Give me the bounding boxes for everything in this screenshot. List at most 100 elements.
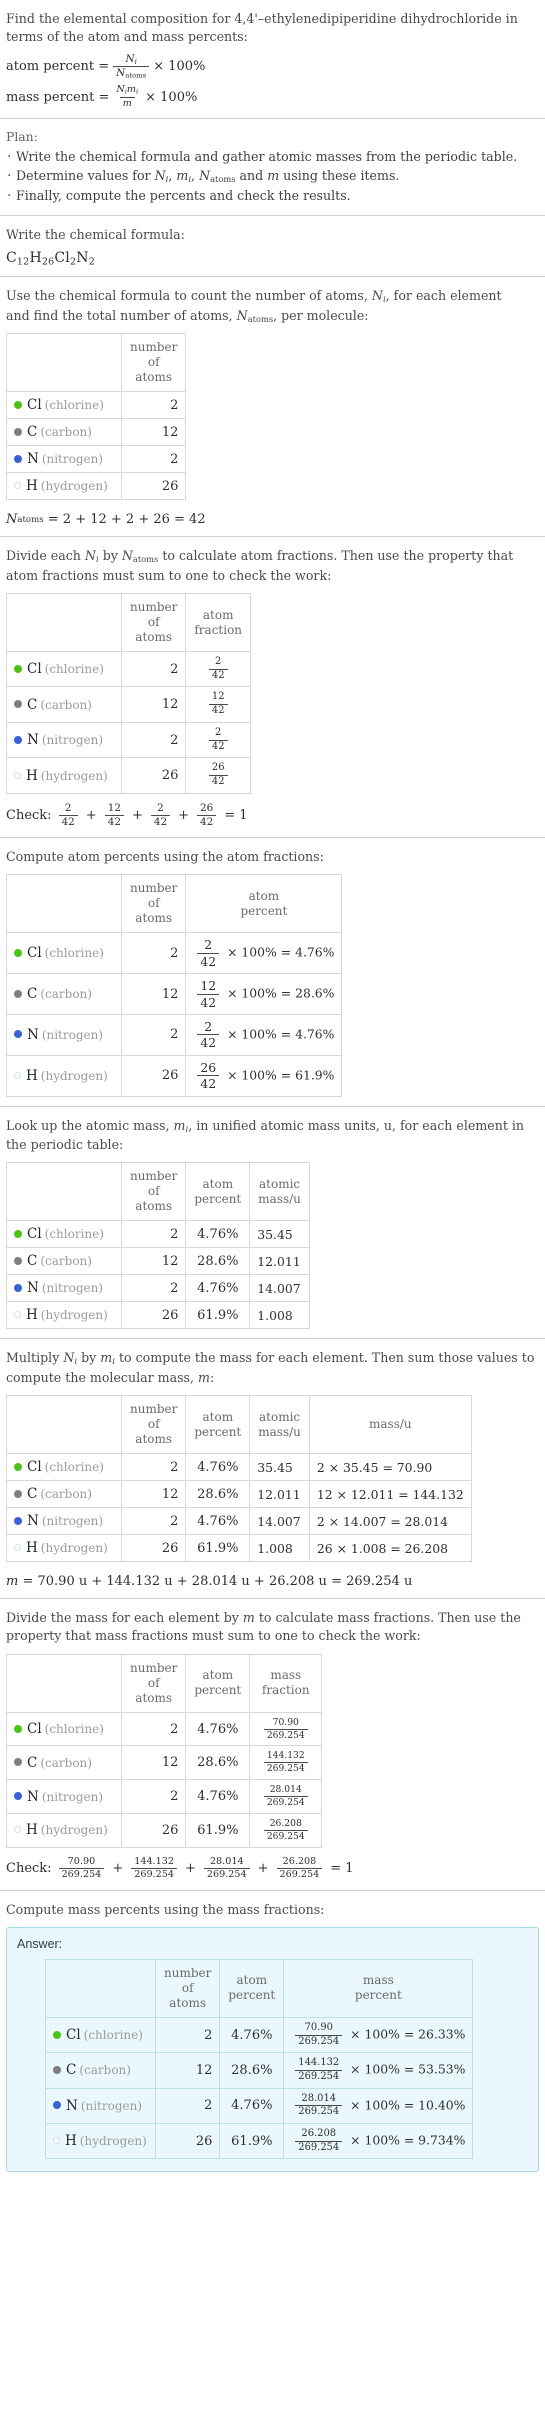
table-row: C (carbon) 12 28.6% 12.011 xyxy=(6,1247,310,1276)
mass-percent-prompt: Compute mass percents using the mass fra… xyxy=(6,1901,325,1917)
fraction: 12 42 xyxy=(104,802,124,828)
table-row: H (hydrogen) 26 26 42 × 100% = 61.9% xyxy=(6,1054,343,1097)
fraction-denominator: 269.254 xyxy=(295,2069,343,2083)
fraction-denominator: 42 xyxy=(150,814,171,828)
mass-percent-fraction: Nimi m xyxy=(113,84,141,109)
atom-percent-cell: 4.76% xyxy=(219,2016,285,2054)
atomic-mass-cell: 12.011 xyxy=(249,1480,310,1509)
table-row: C (carbon) 12 28.6% 144.132 269.254 × 100% = … xyxy=(45,2052,474,2089)
table-header-row: number of atoms xyxy=(6,333,187,393)
question-section: Find the elemental composition for 4,4'–… xyxy=(0,0,545,120)
header-mass-fraction: mass fraction xyxy=(249,1653,323,1713)
table-row: C (carbon) 12 xyxy=(6,418,187,447)
atom-fraction-section: Divide each Ni by Natoms to calculate at… xyxy=(0,537,545,839)
atom-percent-cell: 4.76% xyxy=(185,1274,251,1303)
element-cell: Cl (chlorine) xyxy=(6,391,122,420)
element-name: (hydrogen) xyxy=(40,1823,108,1838)
fraction-numerator: 26.208 xyxy=(282,1855,317,1867)
atomic-mass-cell: 35.45 xyxy=(249,1220,310,1249)
table-header-row: number of atoms atom percent atomic mass/u xyxy=(6,1162,310,1222)
fraction-denominator: 42 xyxy=(197,1075,220,1091)
element-symbol: H xyxy=(26,1067,38,1084)
table-row: Cl (chlorine) 2 2 42 xyxy=(6,651,252,688)
check-result: = 1 xyxy=(330,1861,354,1877)
fraction-denominator: 269.254 xyxy=(276,1868,323,1880)
atom-percent-fraction: Ni Natoms xyxy=(113,53,150,81)
header-number-of-atoms: number of atoms xyxy=(120,1653,187,1713)
table-header-row: number of atoms atom percent mass fraction xyxy=(6,1653,323,1713)
mass-expression-cell: 2 × 35.45 = 70.90 xyxy=(308,1453,472,1482)
mass-percent-section: Compute mass percents using the mass fra… xyxy=(0,1891,545,2182)
check-label: Check: xyxy=(6,1861,52,1877)
mass-expression-cell: 26 × 1.008 = 26.208 xyxy=(308,1534,472,1563)
atom-count-body: Cl (chlorine) 2 C (carbon) 12 N (nitrogen) 2 H (hy… xyxy=(6,391,187,501)
header-atom-percent: atom percent xyxy=(185,1162,251,1222)
atom-count-section: Use the chemical formula to count the nu… xyxy=(0,277,545,538)
atom-percent-cell: 4.76% xyxy=(219,2087,285,2125)
atomic-mass-prompt-2: the periodic table: xyxy=(6,1137,124,1153)
fraction-numerator: 2 xyxy=(204,1018,213,1034)
element-name: (hydrogen) xyxy=(40,1541,108,1556)
fraction: 12 42 xyxy=(208,692,228,716)
fraction-denominator: 269.254 xyxy=(203,1868,250,1880)
plan-title: Plan: xyxy=(6,129,38,145)
table-row: H (hydrogen) 26 xyxy=(6,472,187,501)
element-symbol: C xyxy=(66,2062,77,2079)
fraction: 144.132 269.254 xyxy=(295,2057,343,2083)
atom-percent-body: Cl (chlorine) 2 2 42 × 100% = 4.76% C (carbon)… xyxy=(6,932,343,1097)
element-color-dot-icon xyxy=(53,2137,60,2145)
header-mass: mass/u xyxy=(308,1395,472,1455)
element-name: (carbon) xyxy=(40,1755,92,1770)
table-row: H (hydrogen) 26 26 42 xyxy=(6,757,252,794)
header-element xyxy=(6,874,122,934)
element-name: (nitrogen) xyxy=(41,1027,104,1042)
header-number-of-atoms: number of atoms xyxy=(120,333,187,393)
atom-percent-cell: 4.76% xyxy=(185,1220,251,1249)
element-mass-body: Cl (chlorine) 2 4.76% 35.45 2 × 35.45 = 70.90… xyxy=(6,1453,472,1563)
table-row: N (nitrogen) 2 4.76% 14.007 2 × 14.007 = 28.0… xyxy=(6,1507,472,1536)
table-row: Cl (chlorine) 2 4.76% 35.45 2 × 35.45 = 70.90 xyxy=(6,1453,472,1482)
atom-fraction-cell: 26 42 xyxy=(185,757,252,794)
mass-percent-numerator: Nimi xyxy=(116,84,139,96)
number-of-atoms-cell: 12 xyxy=(120,973,187,1015)
element-symbol: C xyxy=(27,986,38,1003)
element-color-dot-icon xyxy=(14,1724,22,1733)
mass-fraction-check-expression: 70.90 269.254 +144.132 269.254 +28.014 269.25… xyxy=(55,1855,358,1881)
table-row: Cl (chlorine) 2 4.76% 35.45 xyxy=(6,1220,310,1249)
formula-part-h: H26 xyxy=(29,250,55,268)
number-of-atoms-cell: 12 xyxy=(120,686,187,723)
mass-percent-cell: 28.014 269.254 × 100% = 10.40% xyxy=(283,2087,474,2125)
fraction-numerator: 26 xyxy=(211,762,225,774)
element-symbol: N xyxy=(27,732,39,749)
element-symbol: C xyxy=(27,424,38,441)
answer-label: Answer: xyxy=(17,1936,63,1951)
number-of-atoms-cell: 2 xyxy=(154,2087,221,2125)
result-page: Find the elemental composition for 4,4'–… xyxy=(0,0,545,2181)
element-symbol: Cl xyxy=(27,945,42,962)
fraction-denominator: 269.254 xyxy=(58,1868,105,1880)
table-row: N (nitrogen) 2 4.76% 28.014 269.254 xyxy=(6,1779,323,1814)
element-symbol: H xyxy=(26,1822,38,1839)
fraction-denominator: 269.254 xyxy=(263,1762,308,1774)
fraction: 28.014 269.254 xyxy=(263,1785,308,1808)
plan-bullet-list: Write the chemical formula and gather at… xyxy=(6,147,539,207)
element-cell: N (nitrogen) xyxy=(6,445,122,474)
mass-fraction-check: Check: 70.90 269.254 +144.132 269.254 +28.01… xyxy=(6,1855,539,1881)
number-of-atoms-cell: 12 xyxy=(154,2052,221,2089)
element-symbol: C xyxy=(27,1253,38,1270)
formula-prompt: Write the chemical formula: xyxy=(6,226,185,242)
element-symbol: H xyxy=(26,767,38,784)
element-name: (nitrogen) xyxy=(41,1789,104,1804)
fraction-denominator: 42 xyxy=(208,668,228,682)
formula-part-c: C12 xyxy=(6,250,30,268)
table-row: H (hydrogen) 26 61.9% 1.008 26 × 1.008 = 26.2… xyxy=(6,1534,472,1563)
element-cell: Cl (chlorine) xyxy=(6,1453,122,1482)
element-mass-table: number of atoms atom percent atomic mass/u … xyxy=(6,1395,472,1563)
element-color-dot-icon xyxy=(14,664,22,673)
fraction: 2 42 xyxy=(58,802,78,828)
element-mass-prompt-2: compute the molecular mass, m: xyxy=(6,1369,215,1385)
table-row: Cl (chlorine) 2 4.76% 70.90 269.254 × 100% = … xyxy=(45,2016,474,2054)
plus-operator: + xyxy=(112,1861,124,1877)
element-color-dot-icon xyxy=(14,1792,22,1801)
atom-percent-table: number of atoms atom percent Cl (chlorine) 2… xyxy=(6,874,343,1097)
